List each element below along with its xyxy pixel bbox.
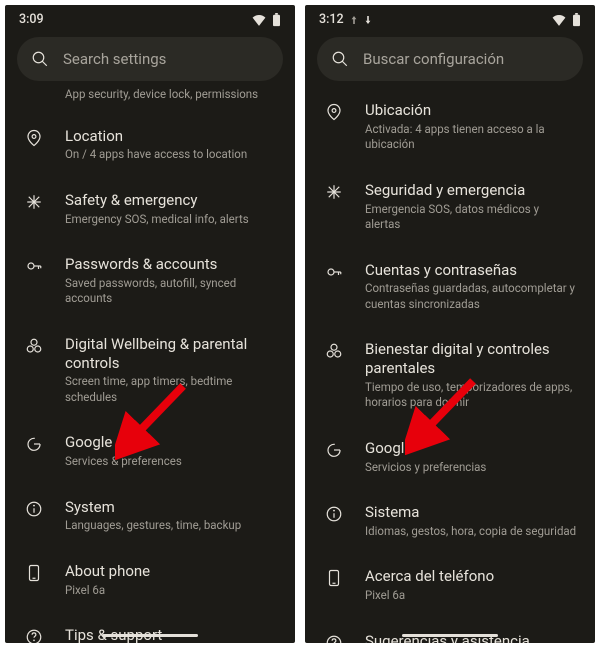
phone-icon [25, 564, 43, 582]
google-icon [25, 435, 43, 453]
settings-item-google[interactable]: Google Services & preferences [5, 419, 295, 483]
settings-item-location[interactable]: LocationOn / 4 apps have access to locat… [5, 113, 295, 177]
item-sub: Idiomas, gestos, hora, copia de segurida… [365, 524, 577, 540]
partial-item-sub: App security, device lock, permissions [5, 87, 295, 113]
settings-item-system[interactable]: SystemLanguages, gestures, time, backup [5, 484, 295, 548]
nav-pill [102, 634, 198, 637]
wifi-icon [252, 14, 266, 26]
phone-left: 3:09 Search settings App security, devic… [5, 5, 295, 643]
asterisk-icon [325, 183, 343, 201]
wellbeing-icon [325, 342, 343, 360]
item-sub: Emergencia SOS, datos médicos y alertas [365, 202, 577, 233]
item-title: Sistema [365, 503, 577, 522]
status-bar: 3:09 [5, 5, 295, 31]
nav-bar[interactable] [5, 634, 295, 637]
item-sub: On / 4 apps have access to location [65, 147, 277, 163]
settings-item-passwords[interactable]: Cuentas y contraseñasContraseñas guardad… [305, 247, 595, 327]
wifi-icon [552, 14, 566, 26]
settings-item-system[interactable]: Sistema Idiomas, gestos, hora, copia de s… [305, 489, 595, 553]
nav-pill [402, 634, 498, 637]
item-sub: Saved passwords, autofill, synced accoun… [65, 276, 277, 307]
item-title: Cuentas y contraseñas [365, 261, 577, 280]
settings-item-tips[interactable]: Tips & supportHelp articles, phone & cha… [5, 612, 295, 643]
search-icon [331, 50, 349, 68]
item-title: Acerca del teléfono [365, 567, 577, 586]
item-title: Bienestar digital y controles parentales [365, 340, 577, 378]
settings-item-about[interactable]: About phone Pixel 6a [5, 548, 295, 612]
item-sub: Emergency SOS, medical info, alerts [65, 212, 277, 228]
item-title: Seguridad y emergencia [365, 181, 577, 200]
search-placeholder: Search settings [63, 50, 166, 68]
item-title: Digital Wellbeing & parental controls [65, 335, 277, 373]
download-icon [364, 15, 372, 25]
settings-item-safety[interactable]: Seguridad y emergencia Emergencia SOS, da… [305, 167, 595, 247]
item-sub: Screen time, app timers, bedtime schedul… [65, 374, 277, 405]
phone-right: 3:12 Buscar configuración Ubicación Activ… [305, 5, 595, 643]
key-icon [325, 263, 343, 281]
item-title: Google [365, 439, 577, 458]
search-placeholder: Buscar configuración [363, 50, 504, 68]
item-sub: Tiempo de uso, temporizadores de apps, h… [365, 380, 577, 411]
item-title: Passwords & accounts [65, 255, 277, 274]
location-icon [25, 129, 43, 147]
battery-icon [572, 13, 581, 27]
info-icon [25, 500, 43, 518]
item-title: System [65, 498, 277, 517]
settings-item-safety[interactable]: Safety & emergency Emergency SOS, medical… [5, 177, 295, 241]
location-icon [325, 103, 343, 121]
search-bar[interactable]: Search settings [17, 37, 283, 81]
key-icon [25, 257, 43, 275]
item-sub: Activada: 4 apps tienen acceso a la ubic… [365, 122, 577, 153]
google-icon [325, 441, 343, 459]
settings-item-wellbeing[interactable]: Digital Wellbeing & parental controlsScr… [5, 321, 295, 420]
settings-item-location[interactable]: Ubicación Activada: 4 apps tienen acceso … [305, 87, 595, 167]
settings-item-wellbeing[interactable]: Bienestar digital y controles parentales… [305, 326, 595, 425]
search-icon [31, 50, 49, 68]
item-sub: Contraseñas guardadas, autocompletar y c… [365, 281, 577, 312]
clock: 3:09 [19, 12, 44, 27]
settings-item-tips[interactable]: Sugerencias y asistenciaArtículos de ayu… [305, 618, 595, 643]
info-icon [325, 505, 343, 523]
settings-item-passwords[interactable]: Passwords & accounts Saved passwords, aut… [5, 241, 295, 321]
item-sub: Servicios y preferencias [365, 460, 577, 476]
search-bar[interactable]: Buscar configuración [317, 37, 583, 81]
item-title: Ubicación [365, 101, 577, 120]
item-title: About phone [65, 562, 277, 581]
item-sub: Languages, gestures, time, backup [65, 518, 277, 534]
phone-icon [325, 569, 343, 587]
clock: 3:12 [319, 12, 344, 27]
settings-list: Ubicación Activada: 4 apps tienen acceso … [305, 87, 595, 643]
settings-item-google[interactable]: Google Servicios y preferencias [305, 425, 595, 489]
status-bar: 3:12 [305, 5, 595, 31]
upload-icon [350, 15, 358, 25]
settings-list: App security, device lock, permissions L… [5, 87, 295, 643]
item-title: Google [65, 433, 277, 452]
settings-item-about[interactable]: Acerca del teléfono Pixel 6a [305, 553, 595, 617]
battery-icon [272, 13, 281, 27]
wellbeing-icon [25, 337, 43, 355]
asterisk-icon [25, 193, 43, 211]
item-sub: Pixel 6a [365, 588, 577, 604]
item-title: Safety & emergency [65, 191, 277, 210]
nav-bar[interactable] [305, 634, 595, 637]
item-sub: Pixel 6a [65, 583, 277, 599]
item-title: Location [65, 127, 277, 146]
item-sub: Services & preferences [65, 454, 277, 470]
